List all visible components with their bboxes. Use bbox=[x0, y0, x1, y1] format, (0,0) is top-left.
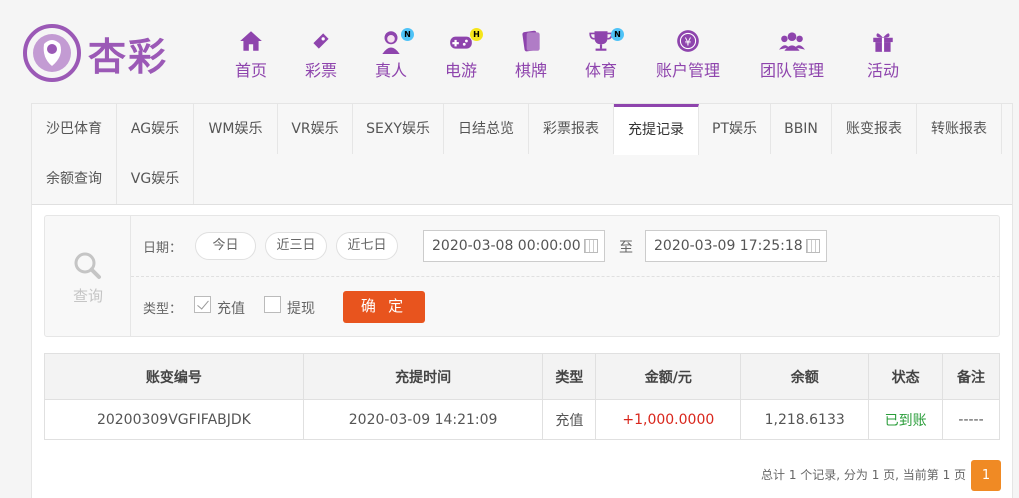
start-date-value: 2020-03-08 00:00:00 bbox=[432, 238, 581, 254]
svg-text:¥: ¥ bbox=[685, 35, 692, 48]
tab-vr[interactable]: VR娱乐 bbox=[278, 104, 353, 154]
tab-pt[interactable]: PT娱乐 bbox=[699, 104, 771, 154]
lottery-ticket-icon bbox=[296, 28, 346, 56]
records-table: 账变编号 充提时间 类型 金额/元 余额 状态 备注 20200309VGFIF… bbox=[44, 353, 1000, 440]
tab-transfer-report[interactable]: 转账报表 bbox=[917, 104, 1002, 154]
deposit-checkbox[interactable] bbox=[194, 296, 211, 313]
filter-box: 查询 日期： 今日 近三日 近七日 2020-03-08 00:00:00 至 … bbox=[44, 215, 1000, 337]
amount-cell: +1,000.0000 bbox=[595, 399, 742, 440]
tab-bbin[interactable]: BBIN bbox=[771, 104, 832, 154]
start-date-input[interactable]: 2020-03-08 00:00:00 bbox=[423, 230, 605, 262]
date-label: 日期： bbox=[143, 241, 183, 256]
quick-7days-button[interactable]: 近七日 bbox=[336, 232, 398, 260]
new-badge: N bbox=[611, 28, 624, 41]
nav-home[interactable]: 首页 bbox=[226, 28, 276, 81]
nav-promo-label: 活动 bbox=[866, 61, 899, 80]
col-amount: 金额/元 bbox=[595, 353, 742, 400]
end-date-value: 2020-03-09 17:25:18 bbox=[654, 238, 803, 254]
type-label: 类型： bbox=[143, 302, 183, 317]
nav-sports-label: 体育 bbox=[584, 61, 617, 80]
table-header-row: 账变编号 充提时间 类型 金额/元 余额 状态 备注 bbox=[44, 353, 1000, 400]
quick-today-button[interactable]: 今日 bbox=[195, 232, 256, 260]
records-panel: 沙巴体育 AG娱乐 WM娱乐 VR娱乐 SEXY娱乐 日结总览 彩票报表 充提记… bbox=[31, 103, 1013, 498]
deposit-checkbox-label: 充值 bbox=[217, 301, 245, 317]
nav-promo[interactable]: 活动 bbox=[858, 28, 908, 81]
col-balance: 余额 bbox=[740, 353, 870, 400]
tab-balance-change-report[interactable]: 账变报表 bbox=[832, 104, 917, 154]
brand-name: 杏彩 bbox=[88, 35, 169, 79]
nav-account-label: 账户管理 bbox=[655, 61, 720, 80]
remark-cell: ----- bbox=[942, 399, 1000, 440]
tab-ag[interactable]: AG娱乐 bbox=[117, 104, 194, 154]
home-icon bbox=[226, 28, 276, 56]
gamepad-icon: H bbox=[436, 28, 486, 56]
site-header: 杏彩 首页 彩票 N 真人 H 电游 棋牌 N 体育 ¥ 账户管理 团队管理 活… bbox=[0, 0, 1019, 100]
nav-account[interactable]: ¥ 账户管理 bbox=[653, 28, 723, 81]
trophy-icon: N bbox=[576, 28, 626, 56]
nav-cards-label: 棋牌 bbox=[514, 61, 547, 80]
calendar-icon bbox=[806, 239, 820, 253]
query-button[interactable]: 查询 bbox=[45, 216, 131, 336]
tab-vg[interactable]: VG娱乐 bbox=[117, 154, 194, 204]
col-status: 状态 bbox=[868, 353, 944, 400]
pagination-summary: 总计 1 个记录, 分为 1 页, 当前第 1 页 bbox=[761, 468, 967, 482]
time-cell: 2020-03-09 14:21:09 bbox=[302, 399, 544, 440]
type-cell: 充值 bbox=[542, 399, 597, 440]
tab-balance-inquiry[interactable]: 余额查询 bbox=[32, 154, 117, 204]
nav-egames-label: 电游 bbox=[444, 61, 477, 80]
col-remark: 备注 bbox=[942, 353, 1000, 400]
tab-wm[interactable]: WM娱乐 bbox=[194, 104, 278, 154]
nav-home-label: 首页 bbox=[234, 61, 267, 80]
nav-team[interactable]: 团队管理 bbox=[757, 28, 827, 81]
nav-lottery[interactable]: 彩票 bbox=[296, 28, 346, 81]
balance-cell: 1,218.6133 bbox=[740, 399, 870, 440]
tab-sexy[interactable]: SEXY娱乐 bbox=[353, 104, 444, 154]
gift-icon bbox=[858, 28, 908, 56]
cards-icon bbox=[506, 28, 556, 56]
report-tabs: 沙巴体育 AG娱乐 WM娱乐 VR娱乐 SEXY娱乐 日结总览 彩票报表 充提记… bbox=[32, 104, 1012, 205]
yen-coin-icon: ¥ bbox=[653, 28, 723, 56]
end-date-input[interactable]: 2020-03-09 17:25:18 bbox=[645, 230, 827, 262]
tab-lottery-report[interactable]: 彩票报表 bbox=[529, 104, 614, 154]
nav-lottery-label: 彩票 bbox=[304, 61, 337, 80]
col-time: 充提时间 bbox=[302, 353, 544, 400]
hot-badge: H bbox=[470, 28, 483, 41]
nav-sports[interactable]: N 体育 bbox=[576, 28, 626, 81]
date-range-separator: 至 bbox=[619, 240, 633, 256]
team-icon bbox=[757, 28, 827, 56]
search-icon bbox=[74, 252, 101, 279]
filter-divider bbox=[131, 276, 1000, 277]
tab-saba-sports[interactable]: 沙巴体育 bbox=[32, 104, 117, 154]
nav-cards[interactable]: 棋牌 bbox=[506, 28, 556, 81]
query-label: 查询 bbox=[72, 287, 103, 305]
quick-3days-button[interactable]: 近三日 bbox=[265, 232, 327, 260]
col-txn-id: 账变编号 bbox=[44, 353, 304, 400]
withdraw-checkbox[interactable] bbox=[264, 296, 281, 313]
new-badge: N bbox=[401, 28, 414, 41]
table-row: 20200309VGFIFABJDK 2020-03-09 14:21:09 充… bbox=[44, 399, 1000, 440]
calendar-icon bbox=[584, 239, 598, 253]
live-dealer-icon: N bbox=[366, 28, 416, 56]
nav-live[interactable]: N 真人 bbox=[366, 28, 416, 81]
nav-live-label: 真人 bbox=[374, 61, 407, 80]
tab-daily-overview[interactable]: 日结总览 bbox=[444, 104, 529, 154]
logo-emblem-icon bbox=[23, 24, 81, 82]
page-1-button[interactable]: 1 bbox=[971, 460, 1001, 491]
tab-deposit-withdraw[interactable]: 充提记录 bbox=[614, 104, 699, 155]
col-type: 类型 bbox=[542, 353, 597, 400]
nav-egames[interactable]: H 电游 bbox=[436, 28, 486, 81]
txn-id-cell: 20200309VGFIFABJDK bbox=[44, 399, 304, 440]
nav-team-label: 团队管理 bbox=[759, 61, 824, 80]
logo[interactable]: 杏彩 bbox=[22, 22, 182, 84]
withdraw-checkbox-label: 提现 bbox=[287, 301, 315, 317]
status-cell: 已到账 bbox=[868, 399, 944, 440]
confirm-button[interactable]: 确 定 bbox=[343, 291, 425, 323]
